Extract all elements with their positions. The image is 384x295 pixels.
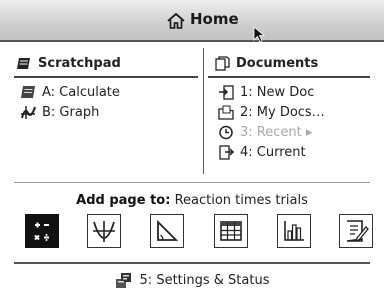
current-icon	[219, 145, 235, 160]
scratchpad-heading[interactable]: Scratchpad	[16, 56, 121, 71]
documents-icon	[215, 56, 230, 71]
add-page-label: Add page to: Reaction times trials	[0, 193, 384, 208]
documents-heading-label: Documents	[236, 56, 319, 71]
mouse-pointer-icon	[253, 26, 266, 43]
settings-label: 5: Settings & Status	[139, 273, 270, 288]
notes-icon	[346, 220, 369, 242]
page-title: Home	[190, 10, 239, 28]
add-geometry-button[interactable]	[150, 214, 184, 248]
documents-item-label: 2: My Docs…	[240, 105, 325, 120]
settings-icon	[115, 273, 131, 288]
documents-section: Documents	[214, 56, 318, 71]
scratchpad-divider	[14, 76, 198, 78]
settings-divider	[14, 262, 370, 264]
documents-item-label: 4: Current	[240, 145, 306, 160]
add-data-statistics-button[interactable]	[277, 214, 311, 248]
settings-item[interactable]: 5: Settings & Status	[0, 272, 384, 289]
calculate-icon	[21, 86, 35, 98]
scratchpad-item-graph[interactable]: B: Graph	[20, 105, 99, 120]
documents-item-label: 3: Recent ▸	[240, 125, 313, 140]
add-page-prefix: Add page to:	[76, 193, 171, 208]
documents-divider	[208, 76, 370, 78]
scratchpad-item-label: B: Graph	[42, 105, 100, 120]
scratchpad-section: Scratchpad	[16, 56, 121, 71]
my-docs-icon	[218, 105, 234, 120]
add-graphs-button[interactable]	[87, 214, 121, 248]
column-divider	[203, 48, 204, 174]
scratchpad-icon	[17, 58, 30, 69]
recent-icon	[219, 125, 233, 140]
scratchpad-item-calculate[interactable]: A: Calculate	[20, 85, 120, 100]
document-name: Reaction times trials	[174, 193, 308, 208]
documents-item-label: 1: New Doc	[240, 85, 315, 100]
bar-chart-icon	[284, 221, 304, 241]
scratchpad-heading-label: Scratchpad	[38, 56, 121, 71]
documents-item-new-doc[interactable]: 1: New Doc	[218, 85, 314, 100]
spreadsheet-icon	[220, 221, 242, 241]
graphs-icon	[93, 221, 115, 242]
add-lists-spreadsheet-button[interactable]	[214, 214, 248, 248]
documents-item-my-docs[interactable]: 2: My Docs…	[218, 105, 325, 120]
documents-item-recent: 3: Recent ▸	[218, 125, 312, 140]
scratchpad-item-label: A: Calculate	[42, 85, 120, 100]
add-calculator-button[interactable]	[25, 214, 59, 248]
geometry-icon	[157, 219, 179, 241]
documents-heading[interactable]: Documents	[214, 56, 318, 71]
add-notes-button[interactable]	[339, 214, 373, 248]
calculator-icon	[34, 222, 49, 241]
add-page-divider	[14, 182, 370, 183]
documents-item-current[interactable]: 4: Current	[218, 145, 306, 160]
graph-icon	[21, 106, 36, 119]
new-doc-icon	[219, 85, 234, 100]
home-icon	[167, 12, 185, 29]
